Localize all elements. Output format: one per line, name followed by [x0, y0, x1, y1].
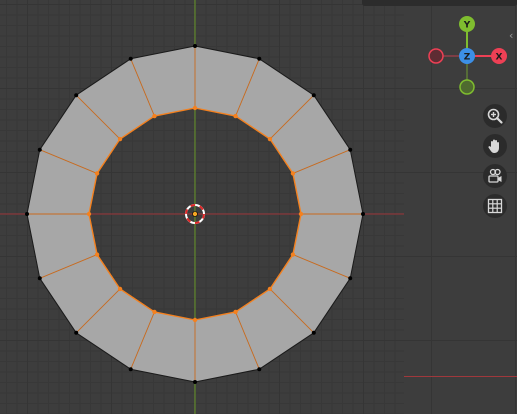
gizmo-x-label: X — [496, 53, 503, 63]
outer-vertex — [311, 93, 316, 98]
navigation-gizmo[interactable]: Y X Z — [404, 0, 517, 100]
hand-icon — [488, 139, 499, 153]
zoom-button[interactable] — [483, 104, 507, 128]
outer-vertex — [128, 56, 133, 61]
gizmo-y-label: Y — [463, 21, 471, 31]
inner-vertex-selected — [94, 171, 100, 176]
inner-vertex-selected — [233, 113, 238, 119]
inner-vertex-selected — [192, 105, 198, 111]
inner-vertex-selected — [86, 211, 92, 217]
gizmo-neg-x-handle[interactable] — [428, 48, 444, 64]
inner-vertex-selected — [290, 252, 296, 257]
outer-vertex — [257, 56, 262, 61]
inner-vertex-selected — [152, 113, 157, 119]
inner-vertex-selected — [117, 286, 123, 292]
inner-vertex-selected — [267, 286, 273, 292]
outer-vertex — [37, 147, 42, 152]
grid-icon — [487, 198, 503, 214]
camera-icon — [488, 168, 502, 183]
inner-vertex-selected — [290, 171, 296, 176]
sidebar-collapse-toggle[interactable]: ‹ — [509, 28, 517, 44]
zoom-plus-icon — [487, 108, 503, 124]
gizmo-neg-y-handle[interactable] — [459, 79, 475, 95]
outer-vertex — [128, 367, 133, 372]
inner-vertex-selected — [117, 136, 123, 142]
camera-view-button[interactable] — [483, 164, 507, 188]
inner-vertex-selected — [152, 309, 157, 315]
outer-vertex — [311, 330, 316, 335]
viewport-canvas[interactable] — [0, 0, 404, 414]
ortho-toggle-button[interactable] — [483, 194, 507, 218]
outer-vertex — [257, 367, 262, 372]
inner-vertex-selected — [233, 309, 238, 315]
outer-vertex — [37, 276, 42, 281]
inner-vertex-selected — [267, 136, 273, 142]
origin-dot — [192, 211, 198, 217]
x-axis-line-right — [404, 376, 517, 377]
outer-vertex — [361, 212, 365, 216]
inner-vertex-selected — [192, 317, 198, 323]
outer-vertex — [74, 93, 79, 98]
outer-vertex — [193, 44, 197, 48]
outer-vertex — [348, 147, 353, 152]
outer-vertex — [348, 276, 353, 281]
3d-viewport[interactable] — [0, 0, 404, 414]
outer-vertex — [193, 380, 197, 384]
pan-button[interactable] — [483, 134, 507, 158]
inner-vertex-selected — [94, 252, 100, 257]
outer-vertex — [74, 330, 79, 335]
gizmo-z-label: Z — [464, 53, 471, 63]
inner-vertex-selected — [298, 211, 304, 217]
outer-vertex — [25, 212, 29, 216]
